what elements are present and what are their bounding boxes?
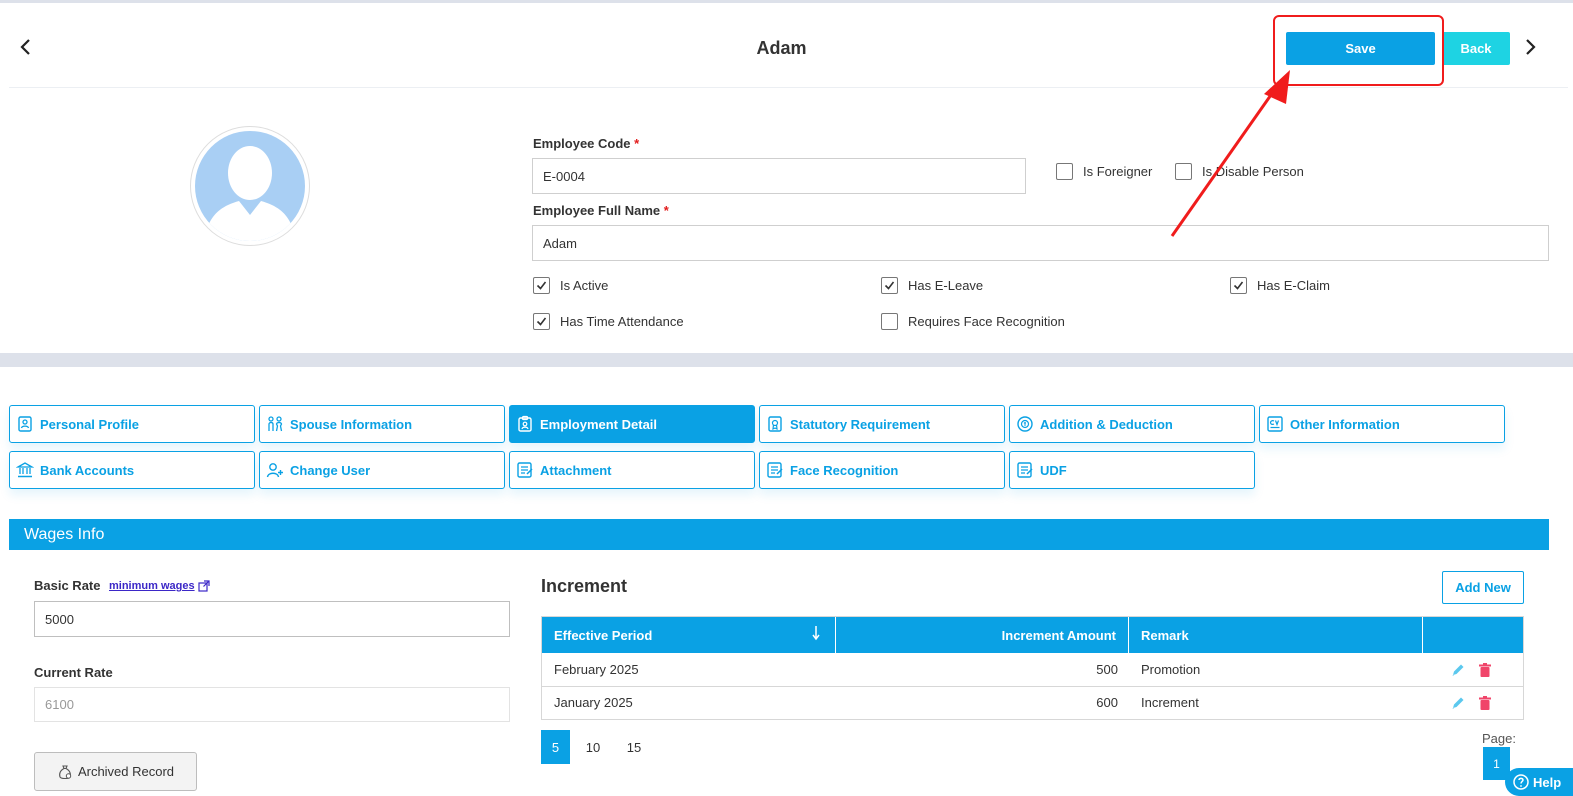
increment-title: Increment bbox=[541, 576, 628, 596]
edit-icon[interactable] bbox=[1450, 695, 1466, 711]
has-time-attendance-checkbox[interactable]: Has Time Attendance bbox=[533, 313, 684, 330]
requires-face-recognition-checkbox[interactable]: Requires Face Recognition bbox=[881, 313, 1065, 330]
is-foreigner-checkbox[interactable]: Is Foreigner bbox=[1056, 163, 1152, 180]
minimum-wages-link[interactable]: minimum wages bbox=[109, 580, 210, 592]
tab-bank-accounts[interactable]: Bank Accounts bbox=[9, 451, 255, 489]
delete-icon[interactable] bbox=[1477, 662, 1493, 678]
edit-icon[interactable] bbox=[1450, 662, 1466, 678]
employee-code-input[interactable]: E-0004 bbox=[532, 158, 1026, 194]
couple-icon bbox=[268, 416, 283, 432]
header-divider bbox=[9, 87, 1568, 88]
table-cell-amount: 500 bbox=[1096, 662, 1118, 677]
column-header-effective-period[interactable]: Effective Period bbox=[542, 617, 836, 653]
table-row-actions bbox=[1450, 653, 1493, 686]
back-button[interactable]: Back bbox=[1442, 32, 1510, 65]
attachment-doc-icon bbox=[517, 462, 533, 478]
table-cell-period: January 2025 bbox=[554, 695, 633, 710]
top-border bbox=[0, 0, 1573, 3]
has-eleave-checkbox[interactable]: Has E-Leave bbox=[881, 277, 983, 294]
tab-attachment[interactable]: Attachment bbox=[509, 451, 755, 489]
column-header-remark[interactable]: Remark bbox=[1129, 617, 1423, 653]
basic-rate-label: Basic Rate bbox=[34, 578, 101, 593]
user-add-icon bbox=[266, 463, 283, 478]
bank-icon bbox=[16, 462, 34, 478]
column-header-increment-amount[interactable]: Increment Amount bbox=[836, 617, 1129, 653]
archived-record-button[interactable]: Archived Record bbox=[34, 752, 197, 791]
sort-down-icon[interactable] bbox=[811, 625, 821, 641]
has-eclaim-checkbox[interactable]: Has E-Claim bbox=[1230, 277, 1330, 294]
checkbox-empty bbox=[881, 313, 898, 330]
tab-statutory-requirement[interactable]: Statutory Requirement bbox=[759, 405, 1005, 443]
full-name-input[interactable]: Adam bbox=[532, 225, 1549, 261]
document-stamp-icon bbox=[768, 416, 782, 432]
table-cell-period: February 2025 bbox=[554, 662, 639, 677]
annotation-arrow-icon bbox=[1170, 70, 1290, 237]
table-row-actions bbox=[1450, 686, 1493, 719]
current-rate-label: Current Rate bbox=[34, 665, 113, 680]
clipboard-badge-icon bbox=[518, 415, 532, 432]
delete-icon[interactable] bbox=[1477, 695, 1493, 711]
current-rate-input: 6100 bbox=[34, 687, 510, 722]
checkbox-checked bbox=[533, 313, 550, 330]
full-name-label: Employee Full Name * bbox=[533, 203, 669, 218]
tab-spouse-information[interactable]: Spouse Information bbox=[259, 405, 505, 443]
tab-employment-detail[interactable]: Employment Detail bbox=[509, 405, 755, 443]
page-size-15[interactable]: 15 bbox=[620, 730, 648, 764]
help-button[interactable]: Help bbox=[1505, 768, 1573, 796]
page-size-5[interactable]: 5 bbox=[541, 730, 570, 764]
avatar-placeholder-icon bbox=[195, 131, 305, 241]
wages-info-header: Wages Info bbox=[9, 519, 1549, 550]
face-doc-icon bbox=[767, 462, 783, 478]
table-cell-remark: Promotion bbox=[1141, 662, 1201, 677]
tab-change-user[interactable]: Change User bbox=[259, 451, 505, 489]
tab-personal-profile[interactable]: Personal Profile bbox=[9, 405, 255, 443]
page-size-10[interactable]: 10 bbox=[580, 730, 606, 764]
checkbox-empty bbox=[1056, 163, 1073, 180]
udf-doc-icon bbox=[1017, 462, 1033, 478]
external-link-icon bbox=[197, 580, 210, 592]
checkbox-checked bbox=[533, 277, 550, 294]
money-bag-icon bbox=[59, 764, 72, 779]
cv-icon bbox=[1267, 416, 1283, 432]
tab-addition-deduction[interactable]: Addition & Deduction bbox=[1009, 405, 1255, 443]
tab-other-information[interactable]: Other Information bbox=[1259, 405, 1505, 443]
basic-rate-input[interactable]: 5000 bbox=[34, 601, 510, 637]
is-active-checkbox[interactable]: Is Active bbox=[533, 277, 608, 294]
tab-udf[interactable]: UDF bbox=[1009, 451, 1255, 489]
coin-cycle-icon bbox=[1017, 416, 1033, 432]
increment-table: Effective Period Increment Amount Remark… bbox=[541, 616, 1524, 720]
table-cell-remark: Increment bbox=[1141, 695, 1199, 710]
add-new-button[interactable]: Add New bbox=[1442, 571, 1524, 604]
id-badge-icon bbox=[18, 416, 32, 432]
section-separator bbox=[0, 353, 1573, 367]
checkbox-checked bbox=[881, 277, 898, 294]
table-cell-amount: 600 bbox=[1096, 695, 1118, 710]
checkbox-checked bbox=[1230, 277, 1247, 294]
employee-code-label: Employee Code * bbox=[533, 136, 640, 151]
question-icon bbox=[1513, 774, 1529, 790]
tab-face-recognition[interactable]: Face Recognition bbox=[759, 451, 1005, 489]
next-record-icon[interactable] bbox=[1524, 38, 1538, 56]
column-header-actions bbox=[1423, 617, 1523, 653]
page-label: Page: bbox=[1482, 731, 1516, 746]
avatar[interactable] bbox=[190, 126, 310, 246]
